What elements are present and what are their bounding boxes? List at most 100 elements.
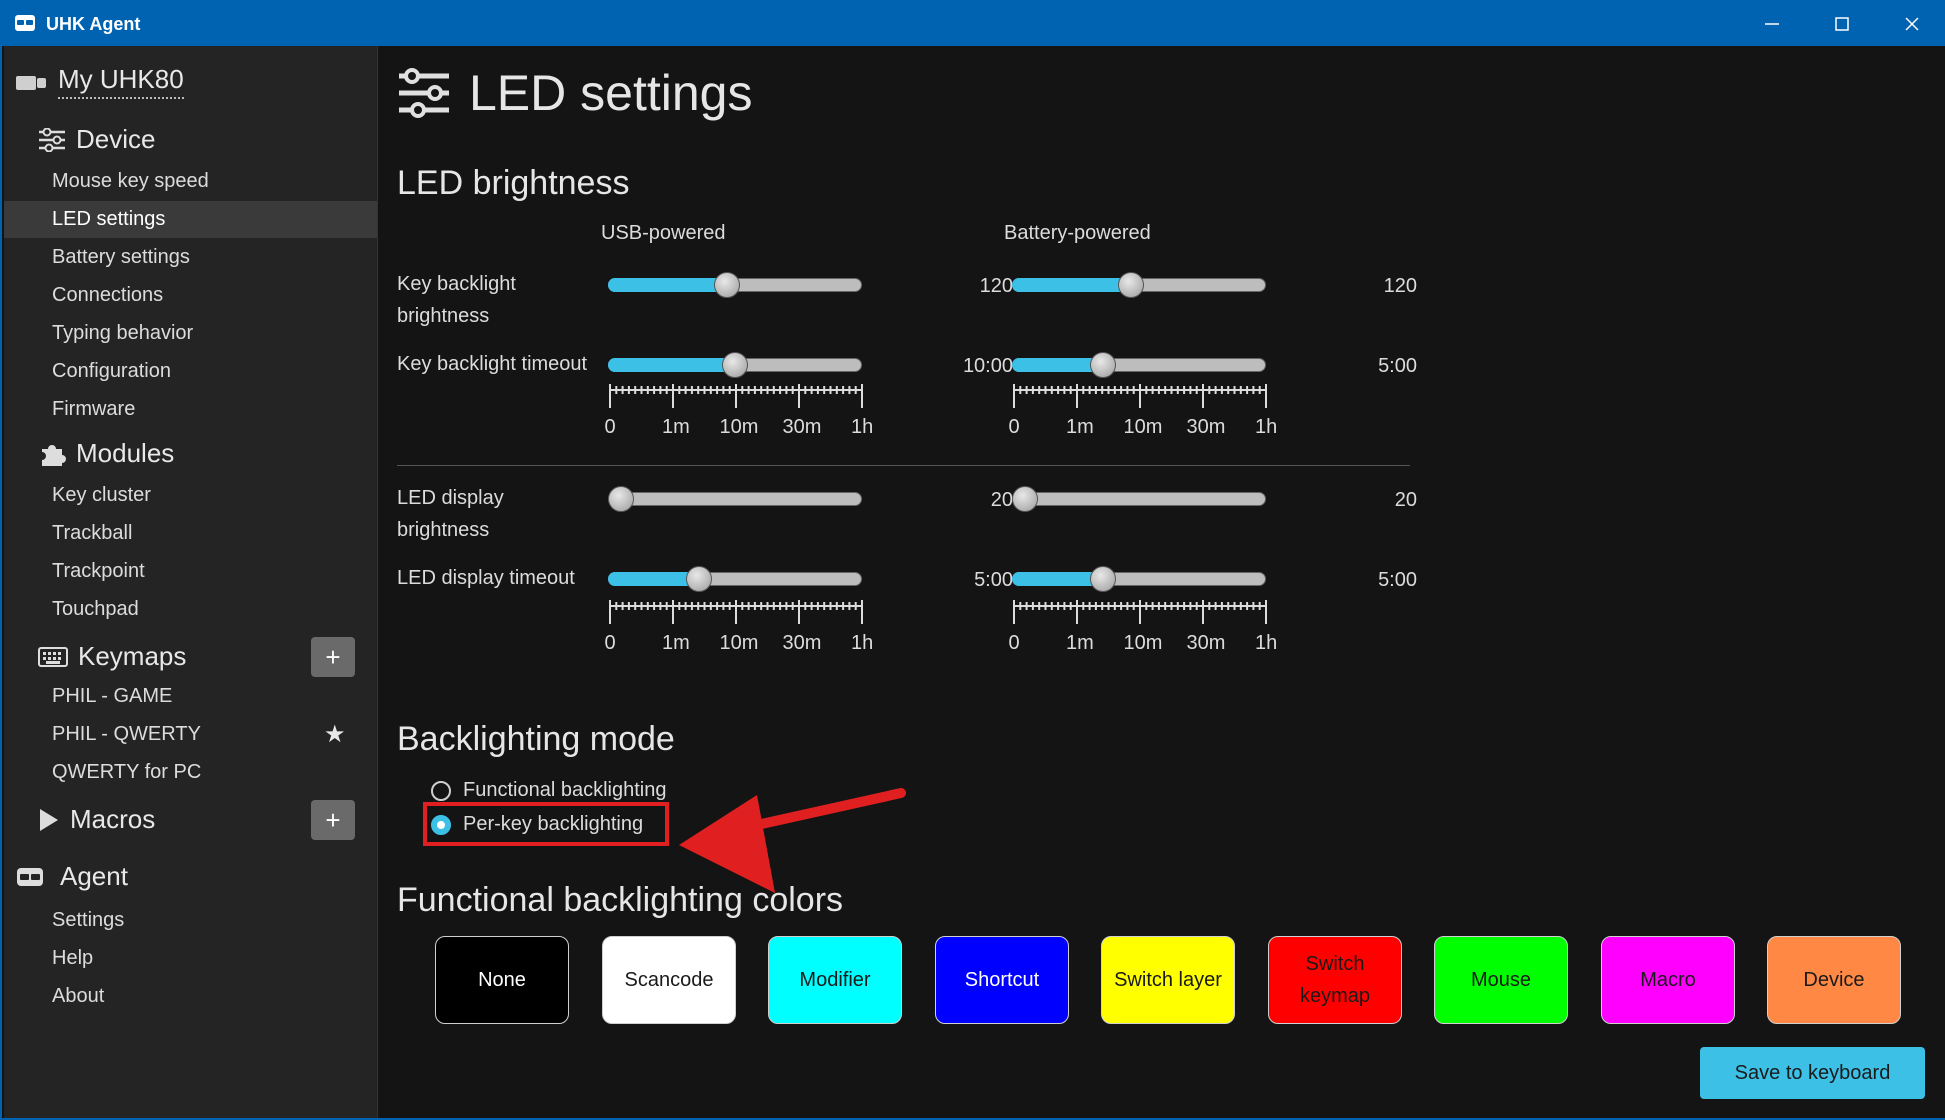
sidebar: My UHK80 Device Mouse key speed LED sett… (4, 46, 378, 1118)
sidebar-item-trackball[interactable]: Trackball (4, 515, 377, 552)
sidebar-item-trackpoint[interactable]: Trackpoint (4, 553, 377, 590)
tick-label: 1h (1255, 416, 1278, 438)
tick-label: 30m (782, 416, 822, 438)
tick-label: 1m (1066, 632, 1094, 654)
sidebar-item-keymap-qwerty-pc[interactable]: QWERTY for PC (4, 754, 377, 791)
close-icon (1905, 17, 1919, 31)
sidebar-item-mouse-key-speed[interactable]: Mouse key speed (4, 163, 377, 200)
battery-powered-label: Battery-powered (1004, 222, 1151, 244)
annotation-highlight-box (423, 802, 669, 846)
sidebar-item-about[interactable]: About (4, 978, 377, 1015)
window-title: UHK Agent (46, 14, 141, 34)
tick-label: 10m (1123, 416, 1163, 438)
battery-led-display-timeout-value: 5:00 (1378, 569, 1417, 591)
page-title-text: LED settings (469, 65, 753, 121)
tick-label: 0 (1008, 632, 1020, 654)
battery-key-backlight-brightness-slider[interactable] (1012, 269, 1268, 301)
functional-backlighting-option[interactable]: Functional backlighting (431, 779, 666, 802)
page-title: LED settings (397, 64, 752, 122)
minimize-button[interactable] (1737, 2, 1807, 46)
sidebar-item-firmware[interactable]: Firmware (4, 391, 377, 428)
usb-key-timeout-ticks (609, 384, 863, 408)
section-macros[interactable]: Macros (38, 804, 155, 835)
minimize-icon (1765, 23, 1779, 25)
usb-key-backlight-timeout-slider[interactable] (608, 349, 864, 381)
color-shortcut-button[interactable]: Shortcut (935, 936, 1069, 1024)
section-agent-label: Agent (60, 861, 128, 891)
led-display-brightness-label: LED display brightness (397, 487, 504, 541)
tick-label: 1h (851, 632, 874, 654)
section-keymaps-label: Keymaps (78, 641, 187, 671)
backlighting-mode-heading: Backlighting mode (397, 720, 675, 758)
sidebar-item-typing-behavior[interactable]: Typing behavior (4, 315, 377, 352)
usb-display-timeout-ticks (609, 600, 863, 624)
color-mouse-button[interactable]: Mouse (1434, 936, 1568, 1024)
section-macros-label: Macros (70, 804, 156, 834)
sidebar-item-connections[interactable]: Connections (4, 277, 377, 314)
section-modules-label: Modules (76, 438, 175, 468)
functional-backlighting-radio[interactable] (431, 780, 451, 801)
section-keymaps[interactable]: Keymaps (38, 641, 186, 672)
color-switch-keymap-button[interactable]: Switch keymap (1268, 936, 1402, 1024)
color-switch-layer-button[interactable]: Switch layer (1101, 936, 1235, 1024)
tick-label: 1h (851, 416, 874, 438)
sidebar-item-led-settings[interactable]: LED settings (4, 201, 377, 238)
keyboard-device-icon (16, 75, 46, 90)
sidebar-item-help[interactable]: Help (4, 940, 377, 977)
main-content: LED settings LED brightness USB-powered … (379, 46, 1945, 1118)
battery-key-backlight-brightness-value: 120 (1383, 275, 1417, 297)
key-backlight-timeout-label: Key backlight timeout (397, 353, 588, 375)
agent-icon (15, 15, 35, 31)
save-to-keyboard-button[interactable]: Save to keyboard (1700, 1047, 1925, 1099)
tick-label: 1h (1255, 632, 1278, 654)
sidebar-item-keymap-phil-qwerty[interactable]: PHIL - QWERTY (4, 716, 377, 753)
agent-icon (17, 867, 43, 886)
tick-label: 0 (604, 632, 616, 654)
color-modifier-button[interactable]: Modifier (768, 936, 902, 1024)
led-brightness-heading: LED brightness (397, 164, 630, 202)
led-display-timeout-label: LED display timeout (397, 567, 575, 589)
sidebar-item-battery-settings[interactable]: Battery settings (4, 239, 377, 276)
battery-led-display-timeout-slider[interactable] (1012, 563, 1268, 595)
play-icon (40, 808, 58, 831)
color-scancode-button[interactable]: Scancode (602, 936, 736, 1024)
title-bar: UHK Agent (2, 2, 1943, 46)
battery-key-backlight-timeout-slider[interactable] (1012, 349, 1268, 381)
usb-led-display-brightness-value: 20 (990, 489, 1013, 511)
maximize-button[interactable] (1807, 2, 1877, 46)
tick-label: 10m (719, 632, 759, 654)
sidebar-item-touchpad[interactable]: Touchpad (4, 591, 377, 628)
battery-key-timeout-ticks (1013, 384, 1267, 408)
color-device-button[interactable]: Device (1767, 936, 1901, 1024)
close-button[interactable] (1877, 2, 1945, 46)
device-selector[interactable]: My UHK80 (16, 64, 184, 99)
color-macro-button[interactable]: Macro (1601, 936, 1735, 1024)
tick-label: 10m (719, 416, 759, 438)
section-device-label: Device (76, 124, 156, 154)
usb-key-backlight-brightness-slider[interactable] (608, 269, 864, 301)
sliders-icon (399, 68, 449, 118)
key-backlight-brightness-label: Key backlight brightness (397, 273, 516, 327)
section-divider (397, 465, 1410, 466)
section-agent[interactable]: Agent (16, 861, 128, 892)
sidebar-item-key-cluster[interactable]: Key cluster (4, 477, 377, 514)
battery-led-display-brightness-slider[interactable] (1012, 483, 1268, 515)
sidebar-item-settings[interactable]: Settings (4, 902, 377, 939)
add-macro-button[interactable]: + (311, 800, 355, 840)
device-name[interactable]: My UHK80 (58, 64, 184, 99)
functional-backlighting-label: Functional backlighting (463, 779, 667, 801)
usb-led-display-brightness-slider[interactable] (608, 483, 864, 515)
battery-display-timeout-ticks (1013, 600, 1267, 624)
tick-label: 0 (604, 416, 616, 438)
usb-led-display-timeout-slider[interactable] (608, 563, 864, 595)
tick-label: 10m (1123, 632, 1163, 654)
color-none-button[interactable]: None (435, 936, 569, 1024)
sliders-icon (39, 127, 65, 152)
section-modules[interactable]: Modules (38, 438, 174, 469)
add-keymap-button[interactable]: + (311, 637, 355, 677)
sidebar-item-keymap-phil-game[interactable]: PHIL - GAME (4, 678, 377, 715)
maximize-icon (1835, 17, 1849, 31)
section-device[interactable]: Device (38, 124, 155, 155)
sidebar-item-configuration[interactable]: Configuration (4, 353, 377, 390)
tick-label: 1m (662, 632, 690, 654)
